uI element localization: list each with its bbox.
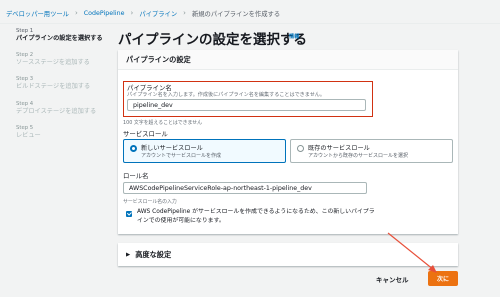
divider: [0, 23, 500, 24]
wizard-step-4: Step 4 デプロイステージを追加する: [16, 101, 108, 116]
next-button[interactable]: 次に: [428, 271, 458, 286]
option-description: アカウントから既存のサービスロールを選択: [308, 153, 409, 159]
step-title: ソースステージを追加する: [16, 59, 90, 67]
chevron-right-icon: ›: [130, 9, 134, 17]
step-title: デプロイステージを追加する: [16, 107, 97, 115]
page-title: パイプラインの設定を選択する: [118, 32, 307, 48]
radio-unselected-icon[interactable]: [297, 145, 304, 152]
step-title: パイプラインの設定を選択する: [16, 35, 103, 42]
wizard-step-1: Step 1 パイプラインの設定を選択する: [16, 28, 108, 43]
new-service-role-option[interactable]: 新しいサービスロール アカウントでサービスロールを作成: [123, 139, 286, 163]
info-link[interactable]: 情報: [289, 33, 299, 40]
breadcrumb-current: 新規のパイプラインを作成する: [191, 10, 281, 18]
panel-header: パイプラインの設定: [118, 50, 458, 70]
option-title: 既存のサービスロール: [308, 145, 370, 152]
radio-selected-icon[interactable]: [130, 145, 137, 152]
pipeline-settings-panel: パイプラインの設定 パイプライン名 パイプライン名を入力します。作成後にパイプラ…: [118, 50, 458, 234]
role-name-label: ロール名: [123, 172, 149, 180]
pipeline-name-input[interactable]: pipeline_dev: [127, 99, 366, 111]
advanced-settings-expander[interactable]: ▶ 高度な設定: [118, 243, 458, 266]
create-role-checkbox-label: AWS CodePipeline がサービスロールを作成できるようになるため、こ…: [137, 209, 375, 224]
wizard-step-3: Step 3 ビルドステージを追加する: [16, 76, 108, 91]
breadcrumb-codepipeline[interactable]: CodePipeline: [84, 10, 125, 17]
caret-right-icon: ▶: [126, 251, 131, 258]
option-title: 新しいサービスロール: [141, 145, 203, 152]
wizard-step-5: Step 5 レビュー: [16, 125, 108, 140]
chevron-right-icon: ›: [183, 9, 186, 17]
step-title: ビルドステージを追加する: [16, 83, 91, 91]
step-number: Step 5: [16, 124, 34, 131]
step-title: レビュー: [16, 131, 41, 139]
chevron-right-icon: ›: [74, 9, 78, 17]
pipeline-name-hint: 100 文字を超えることはできません: [123, 120, 203, 126]
advanced-settings-label: 高度な設定: [135, 249, 172, 259]
service-role-label: サービスロール: [123, 130, 168, 138]
option-description: アカウントでサービスロールを作成: [141, 153, 222, 159]
role-name-input[interactable]: AWSCodePipelineServiceRole-ap-northeast-…: [123, 182, 367, 194]
breadcrumb-developer-tools[interactable]: デベロッパー用ツール: [6, 9, 69, 18]
existing-service-role-option[interactable]: 既存のサービスロール アカウントから既存のサービスロールを選択: [290, 139, 453, 163]
wizard-steps: Step 1 パイプラインの設定を選択する Step 2 ソースステージを追加す…: [16, 28, 108, 149]
step-number: Step 4: [16, 100, 34, 107]
step-number: Step 1: [16, 28, 34, 34]
cancel-button[interactable]: キャンセル: [376, 274, 409, 284]
wizard-step-2: Step 2 ソースステージを追加する: [16, 52, 108, 67]
role-name-hint: サービスロール名の入力: [123, 199, 177, 205]
pipeline-name-description: パイプライン名を入力します。作成後にパイプライン名を編集することはできません。: [127, 92, 325, 98]
breadcrumb: デベロッパー用ツール › CodePipeline › パイプライン › 新規の…: [6, 7, 280, 19]
breadcrumb-pipelines[interactable]: パイプライン: [139, 9, 177, 18]
create-role-checkbox[interactable]: [126, 211, 132, 217]
